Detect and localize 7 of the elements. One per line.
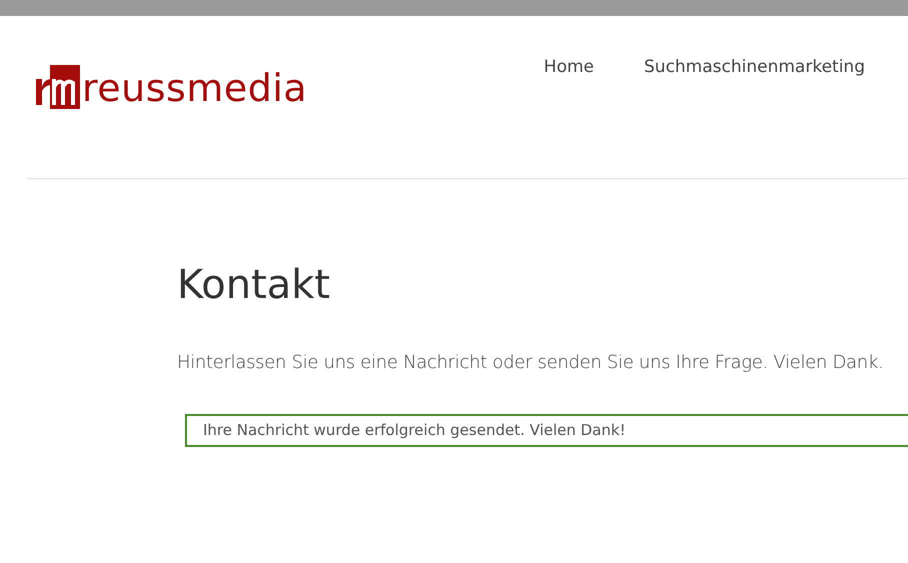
logo-icon [36, 65, 80, 109]
logo-text: reussmedia [82, 69, 308, 107]
nav-link[interactable]: Suchmaschinenmarketing [644, 55, 865, 80]
intro-text: Hinterlassen Sie uns eine Nachricht oder senden Sie uns Ihre Frage. Vielen Dank. [177, 351, 884, 375]
page-heading: Kontakt [177, 261, 332, 309]
nav-link[interactable]: Home [544, 55, 594, 80]
success-message: Ihre Nachricht wurde erfolgreich gesendet. Vielen Dank! [185, 414, 908, 446]
